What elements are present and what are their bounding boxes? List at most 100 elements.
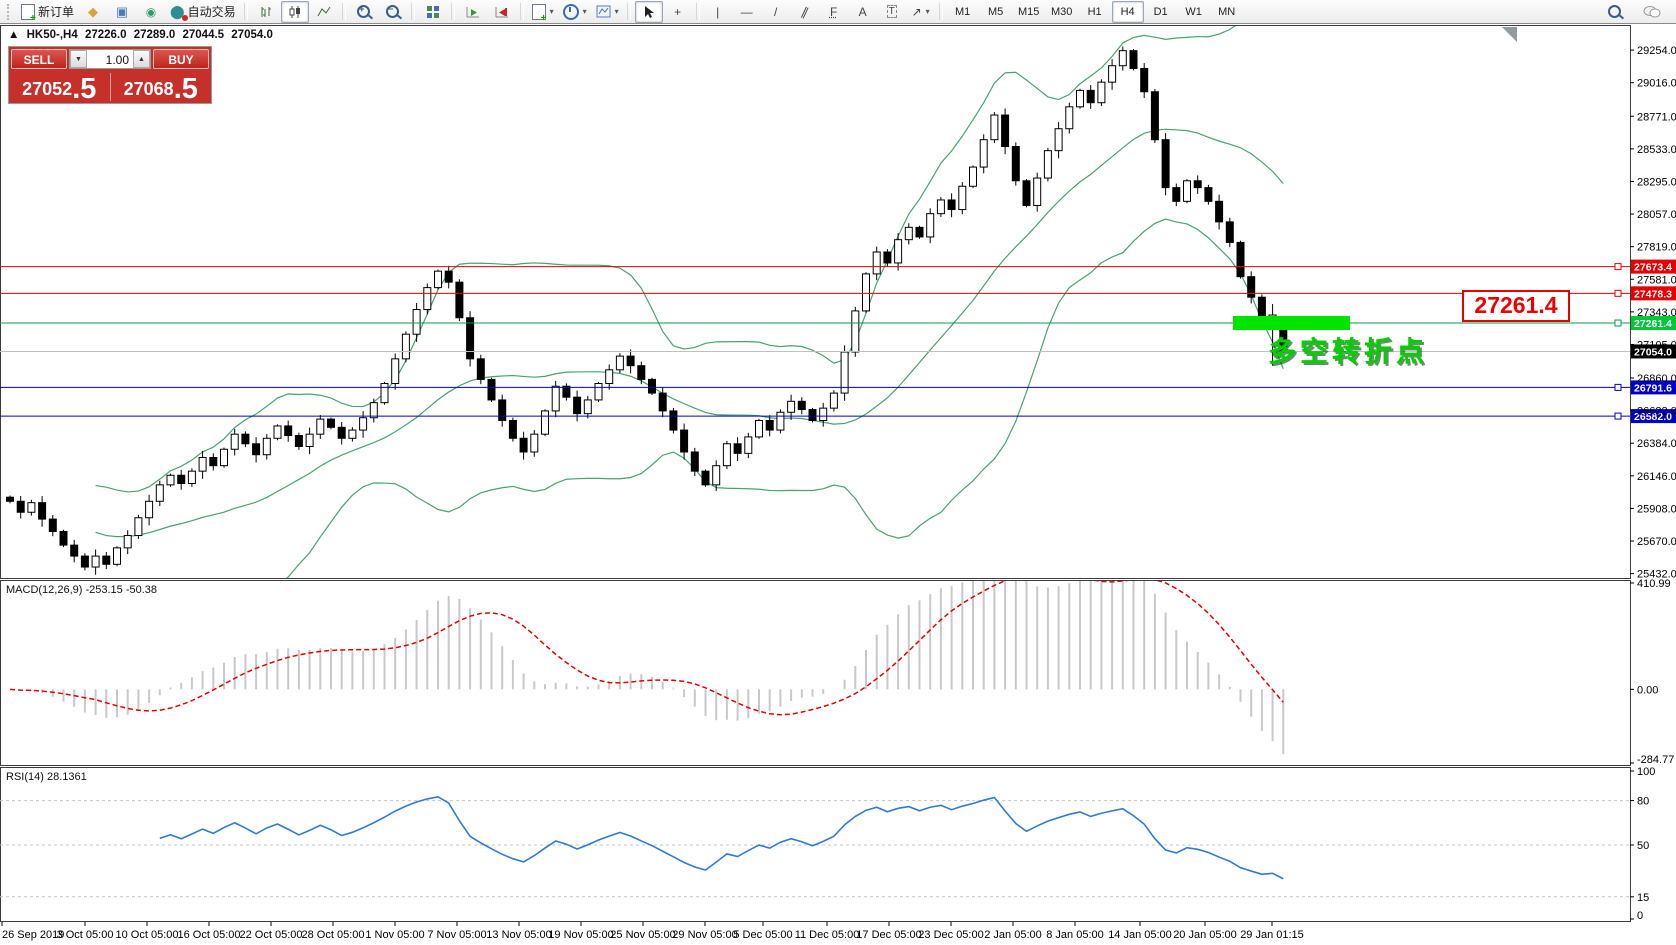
timeframe-d1[interactable]: D1 [1145,1,1177,23]
chart-shift-button[interactable] [488,1,516,23]
candle [1023,181,1030,206]
line-chart-button[interactable] [310,1,338,23]
volume-input[interactable]: 1.00 [87,50,133,68]
symbol-search-button[interactable] [1600,1,1628,23]
tile-windows-button[interactable] [419,1,447,23]
timeframe-w1[interactable]: W1 [1178,1,1210,23]
candle [1216,201,1223,222]
vertical-line-button[interactable]: | [704,1,732,23]
candle [745,437,752,453]
new-order-icon: + [21,4,35,20]
candle [1173,188,1180,202]
candle [338,427,345,438]
low-value: 27044.5 [183,29,225,41]
buy-button[interactable]: BUY [153,49,209,69]
time-axis-label: 22 Oct 05:00 [240,929,303,941]
chat-button[interactable] [1638,1,1666,23]
chart-shift-icon [495,5,509,19]
timeframe-h4[interactable]: H4 [1112,1,1144,23]
candle [1151,92,1158,140]
dropdown-arrow-icon[interactable]: ▾ [615,7,619,16]
candle [381,383,388,402]
zoom-out-button[interactable]: − [379,1,407,23]
price-axis-label: 28533.0 [1637,144,1676,156]
new-order-button[interactable]: + 新订单 [17,1,78,23]
crosshair-button[interactable]: + [664,1,692,23]
candle [959,186,966,209]
chart-canvas[interactable]: 27673.427478.327261.427054.026791.626582… [0,0,1676,945]
sell-button[interactable]: SELL [11,49,67,69]
timeframe-m5[interactable]: M5 [980,1,1012,23]
time-axis-label: 3 Oct 05:00 [57,929,114,941]
horizontal-line-button[interactable]: — [733,1,761,23]
timeframe-mn[interactable]: MN [1211,1,1243,23]
channel-button[interactable]: ∥ [791,1,819,23]
market-widget-button[interactable]: ◆ [79,1,107,23]
timeframe-h1[interactable]: H1 [1079,1,1111,23]
line-handle[interactable] [1615,413,1621,419]
signals-button[interactable]: ◉ [137,1,165,23]
candle-chart-button[interactable] [281,1,309,23]
candle [199,457,206,471]
timeframe-m30[interactable]: M30 [1046,1,1078,23]
signal-icon: ◉ [146,5,156,19]
turning-point-annotation[interactable]: 多空转折点 [1268,330,1428,370]
sell-price[interactable]: 27052.5 [9,71,110,103]
line-handle[interactable] [1615,320,1621,326]
text-label-button[interactable]: T [878,1,906,23]
candle [135,518,142,536]
highlight-rectangle[interactable] [1233,316,1350,330]
bollinger-middle [96,129,1284,536]
auto-scroll-button[interactable] [459,1,487,23]
volume-decrease-button[interactable]: ▼ [70,50,87,68]
terminal-button[interactable]: ▣ [108,1,136,23]
line-handle[interactable] [1615,264,1621,270]
line-handle[interactable] [1615,290,1621,296]
dropdown-arrow-icon[interactable]: ▾ [926,7,930,16]
price-annotation-box[interactable]: 27261.4 [1462,290,1570,322]
main-toolbar: + 新订单 ◆ ▣ ◉ ⬤ 自动交易 + − +▾ ▾ ▾ + | — [0,0,1676,24]
candle [178,475,185,483]
line-handle[interactable] [1615,384,1621,390]
candle [1119,51,1126,66]
candle [499,400,506,421]
auto-trading-button[interactable]: ⬤ 自动交易 [166,1,240,23]
candle [1077,90,1084,106]
dropdown-arrow-icon[interactable]: ▾ [550,7,554,16]
indicators-button[interactable]: +▾ [528,1,558,23]
candle [328,419,335,427]
timeframe-m15[interactable]: M15 [1013,1,1045,23]
fibonacci-button[interactable]: F [820,1,848,23]
text-tool-button[interactable]: A [849,1,877,23]
rsi-area[interactable] [160,797,1284,879]
separator [342,3,346,20]
buy-price[interactable]: 27068.5 [111,71,212,103]
terminal-icon: ▣ [116,4,128,20]
fibonacci-icon: F [830,5,837,19]
periods-button[interactable]: ▾ [559,1,591,23]
price-axis-label: 25670.0 [1637,536,1676,548]
zoom-in-button[interactable]: + [350,1,378,23]
candle [17,501,24,512]
candle [231,434,238,449]
toolbar-grip[interactable] [7,4,13,20]
time-axis-label: 13 Nov 05:00 [486,929,551,941]
trendline-button[interactable]: / [762,1,790,23]
candle [1012,147,1019,181]
bar-chart-button[interactable] [252,1,280,23]
panel-collapse-icon[interactable]: ▲ [8,29,19,41]
svg-text:27673.4: 27673.4 [1634,262,1672,274]
candle [39,503,46,519]
volume-increase-button[interactable]: ▲ [133,50,150,68]
arrows-button[interactable]: ↗▾ [907,1,935,23]
candle [584,400,591,414]
rsi-line [160,797,1284,879]
new-order-label: 新订单 [38,3,74,20]
dropdown-arrow-icon[interactable]: ▾ [583,7,587,16]
candle [1002,115,1009,147]
cursor-button[interactable] [635,1,663,23]
chart-shift-marker[interactable] [1502,27,1517,42]
templates-button[interactable]: ▾ [592,1,623,23]
macd-area[interactable] [10,564,1283,755]
timeframe-m1[interactable]: M1 [947,1,979,23]
